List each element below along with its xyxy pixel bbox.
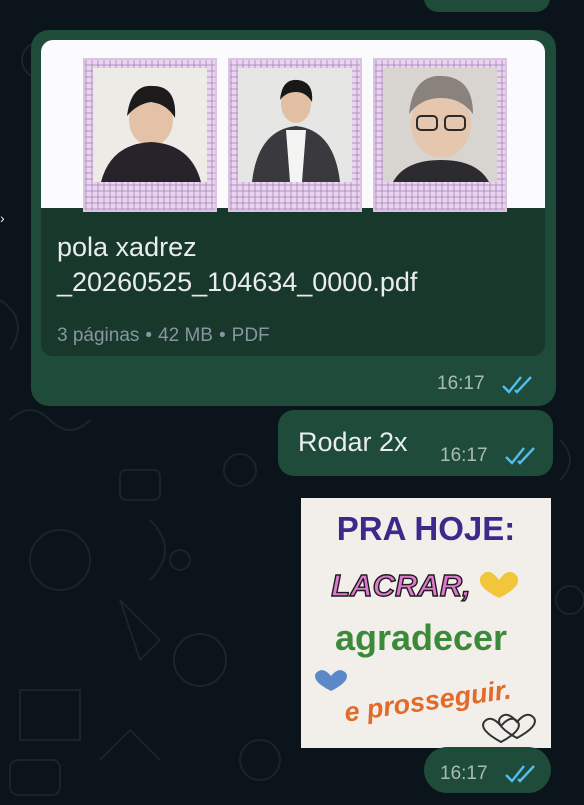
- message-time: 16:17: [437, 373, 485, 394]
- document-size: 42 MB: [158, 325, 213, 346]
- polaroid-frame: [373, 58, 507, 212]
- sticker-line-1: PRA HOJE:: [337, 510, 515, 547]
- document-type: PDF: [231, 325, 270, 346]
- document-pages: 3 páginas: [57, 325, 140, 346]
- document-message-bubble[interactable]: pola xadrez _20260525_104634_0000.pdf 3 …: [31, 30, 556, 406]
- sticker-line-2: LACRAR,: [331, 568, 471, 603]
- reply-arrow-icon: ›: [0, 210, 5, 226]
- message-text: Rodar 2x: [298, 427, 408, 457]
- meta-separator: •: [218, 325, 226, 346]
- portrait-photo: [93, 68, 207, 182]
- portrait-photo: [383, 68, 497, 182]
- sticker-time-pill: 16:17: [424, 747, 551, 793]
- portrait-photo: [238, 68, 352, 182]
- message-time: 16:17: [440, 445, 488, 466]
- meta-separator: •: [145, 325, 153, 346]
- sticker-artwork: PRA HOJE: LACRAR, agradecer e prosseguir…: [301, 498, 551, 748]
- double-check-icon: [502, 376, 532, 394]
- polaroid-photos-preview[interactable]: [41, 40, 545, 212]
- previous-message-bubble[interactable]: [424, 0, 550, 12]
- document-meta: 3 páginas • 42 MB • PDF: [57, 325, 270, 347]
- sticker-line-3: agradecer: [335, 617, 507, 658]
- polaroid-frame: [83, 58, 217, 212]
- document-card[interactable]: pola xadrez _20260525_104634_0000.pdf 3 …: [41, 40, 545, 356]
- message-time: 16:17: [440, 763, 488, 784]
- document-file-name[interactable]: pola xadrez _20260525_104634_0000.pdf: [57, 230, 537, 300]
- text-message-bubble[interactable]: Rodar 2x 16:17: [278, 410, 553, 476]
- double-check-icon: [505, 447, 535, 465]
- double-check-icon: [505, 765, 535, 783]
- polaroid-frame: [228, 58, 362, 212]
- sticker-message[interactable]: PRA HOJE: LACRAR, agradecer e prosseguir…: [301, 498, 551, 748]
